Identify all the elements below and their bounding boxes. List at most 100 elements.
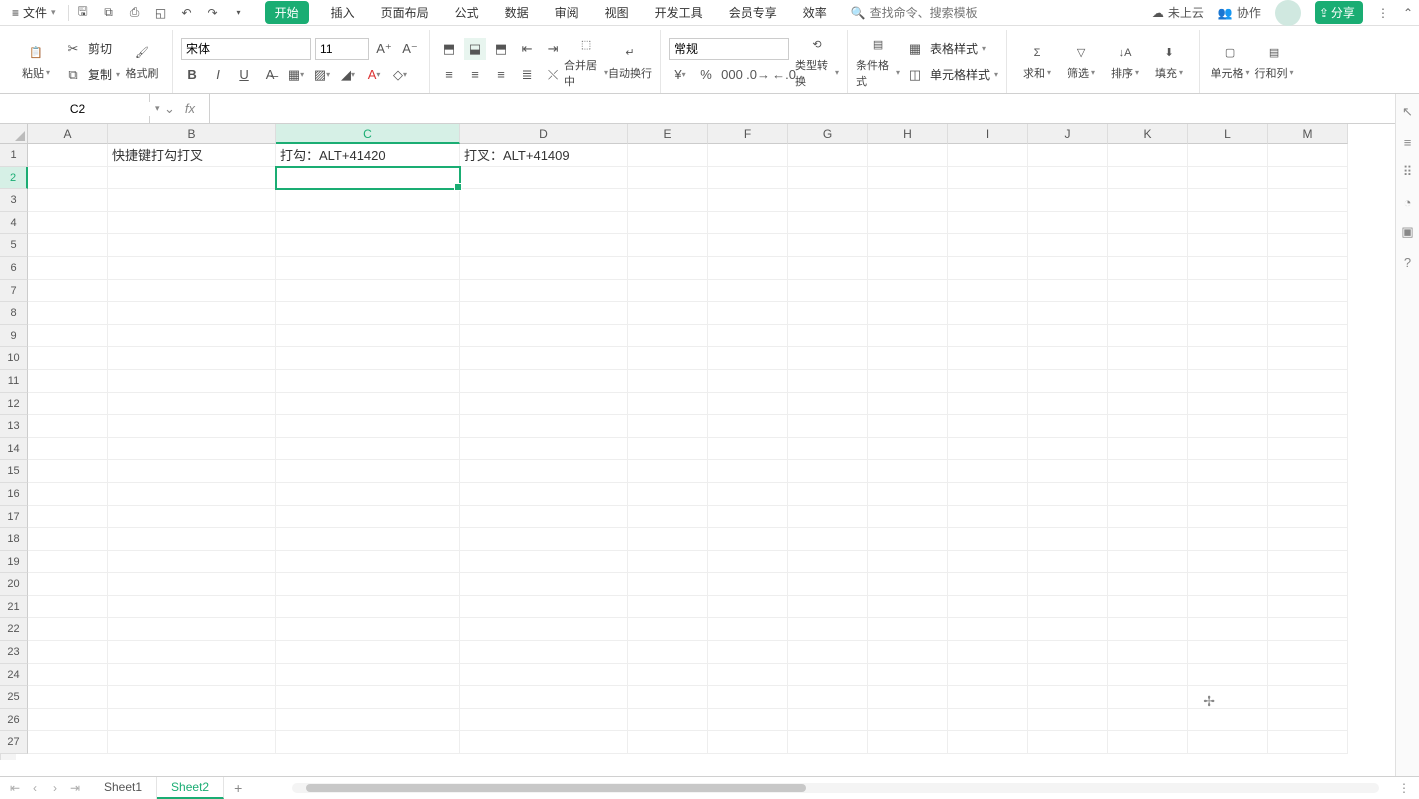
cell-E19[interactable] — [628, 551, 708, 574]
cell-K25[interactable] — [1108, 686, 1188, 709]
cell-K12[interactable] — [1108, 393, 1188, 416]
cell-B8[interactable] — [108, 302, 276, 325]
cell-M16[interactable] — [1268, 483, 1348, 506]
cell-K13[interactable] — [1108, 415, 1188, 438]
cell-F17[interactable] — [708, 506, 788, 529]
cell-A25[interactable] — [28, 686, 108, 709]
cell-A13[interactable] — [28, 415, 108, 438]
cell-F15[interactable] — [708, 460, 788, 483]
col-header-C[interactable]: C — [276, 124, 460, 144]
cell-M27[interactable] — [1268, 731, 1348, 754]
cell-A1[interactable] — [28, 144, 108, 167]
cell-C8[interactable] — [276, 302, 460, 325]
cell-C24[interactable] — [276, 664, 460, 687]
cell-I15[interactable] — [948, 460, 1028, 483]
table-style-icon[interactable]: ▦ — [904, 38, 926, 60]
row-header-7[interactable]: 7 — [0, 280, 28, 303]
cell-K4[interactable] — [1108, 212, 1188, 235]
cell-A9[interactable] — [28, 325, 108, 348]
copy-icon[interactable]: ⧉ — [62, 64, 84, 86]
cell-A12[interactable] — [28, 393, 108, 416]
type-convert-button[interactable]: ⟲ 类型转换▾ — [795, 30, 839, 93]
cell-reference-input[interactable] — [0, 102, 155, 116]
cell-B10[interactable] — [108, 347, 276, 370]
cell-H3[interactable] — [868, 189, 948, 212]
cell-K6[interactable] — [1108, 257, 1188, 280]
cell-K3[interactable] — [1108, 189, 1188, 212]
cell-E25[interactable] — [628, 686, 708, 709]
cell-M22[interactable] — [1268, 618, 1348, 641]
cell-F16[interactable] — [708, 483, 788, 506]
cell-C25[interactable] — [276, 686, 460, 709]
italic-icon[interactable]: I — [207, 64, 229, 86]
name-box[interactable]: ▾ — [0, 94, 150, 123]
cell-B7[interactable] — [108, 280, 276, 303]
cell-C18[interactable] — [276, 528, 460, 551]
cell-B9[interactable] — [108, 325, 276, 348]
cell-H10[interactable] — [868, 347, 948, 370]
formula-input[interactable] — [210, 94, 1419, 123]
cell-G9[interactable] — [788, 325, 868, 348]
cell-L10[interactable] — [1188, 347, 1268, 370]
cell-F18[interactable] — [708, 528, 788, 551]
cell-H11[interactable] — [868, 370, 948, 393]
cell-L9[interactable] — [1188, 325, 1268, 348]
cell-G23[interactable] — [788, 641, 868, 664]
cell-A18[interactable] — [28, 528, 108, 551]
sheet-next-icon[interactable]: › — [46, 781, 64, 795]
cell-A26[interactable] — [28, 709, 108, 732]
cell-K27[interactable] — [1108, 731, 1188, 754]
cell-K5[interactable] — [1108, 234, 1188, 257]
cell-E12[interactable] — [628, 393, 708, 416]
horizontal-scrollbar[interactable] — [292, 783, 1379, 793]
cell-D3[interactable] — [460, 189, 628, 212]
cell-E17[interactable] — [628, 506, 708, 529]
cell-I23[interactable] — [948, 641, 1028, 664]
sidebar-toggle-icon[interactable]: ⋮ — [1389, 781, 1419, 795]
copy-label[interactable]: 复制 — [88, 66, 112, 83]
cell-A10[interactable] — [28, 347, 108, 370]
underline-icon[interactable]: U — [233, 64, 255, 86]
cell-L21[interactable] — [1188, 596, 1268, 619]
cell-F11[interactable] — [708, 370, 788, 393]
cell-F9[interactable] — [708, 325, 788, 348]
cell-H9[interactable] — [868, 325, 948, 348]
cell-K16[interactable] — [1108, 483, 1188, 506]
cell-H16[interactable] — [868, 483, 948, 506]
cell-A24[interactable] — [28, 664, 108, 687]
more-icon[interactable]: ⋮ — [1377, 6, 1389, 20]
cell-M11[interactable] — [1268, 370, 1348, 393]
cell-H7[interactable] — [868, 280, 948, 303]
cell-J11[interactable] — [1028, 370, 1108, 393]
cell-G1[interactable] — [788, 144, 868, 167]
cell-J17[interactable] — [1028, 506, 1108, 529]
filter-button[interactable]: ▽筛选▾ — [1059, 30, 1103, 93]
cut-label[interactable]: 剪切 — [88, 40, 112, 57]
row-header-13[interactable]: 13 — [0, 415, 28, 438]
cell-G17[interactable] — [788, 506, 868, 529]
align-middle-icon[interactable]: ⬓ — [464, 38, 486, 60]
cell-D4[interactable] — [460, 212, 628, 235]
cell-M13[interactable] — [1268, 415, 1348, 438]
row-header-21[interactable]: 21 — [0, 596, 28, 619]
cell-G24[interactable] — [788, 664, 868, 687]
help-icon[interactable]: ? — [1400, 254, 1416, 270]
cell-L25[interactable] — [1188, 686, 1268, 709]
col-header-A[interactable]: A — [28, 124, 108, 144]
cell-L6[interactable] — [1188, 257, 1268, 280]
cell-L27[interactable] — [1188, 731, 1268, 754]
cell-L24[interactable] — [1188, 664, 1268, 687]
cell-K11[interactable] — [1108, 370, 1188, 393]
cell-M9[interactable] — [1268, 325, 1348, 348]
paste-button[interactable]: 📋 粘贴▾ — [14, 30, 58, 93]
font-size-select[interactable] — [315, 38, 369, 60]
collapse-ribbon-icon[interactable]: ⌃ — [1403, 6, 1413, 20]
cell-K21[interactable] — [1108, 596, 1188, 619]
fill-button[interactable]: ⬇填充▾ — [1147, 30, 1191, 93]
cell-L5[interactable] — [1188, 234, 1268, 257]
tab-formula[interactable]: 公式 — [451, 1, 483, 24]
avatar[interactable] — [1275, 0, 1301, 26]
cell-B18[interactable] — [108, 528, 276, 551]
cell-M10[interactable] — [1268, 347, 1348, 370]
collab-button[interactable]: 👥协作 — [1218, 4, 1261, 21]
